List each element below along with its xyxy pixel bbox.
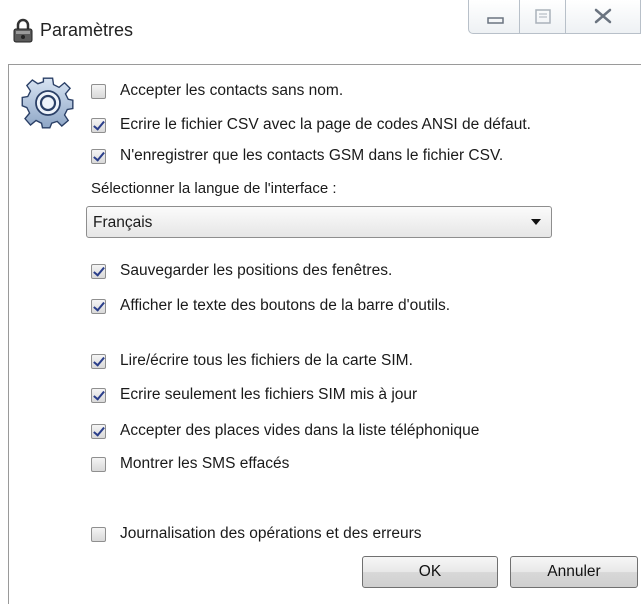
checkbox[interactable] xyxy=(91,83,106,99)
lock-app-icon xyxy=(13,18,33,43)
checkbox[interactable] xyxy=(91,526,106,542)
option-label: Accepter des places vides dans la liste … xyxy=(120,422,480,439)
option-show-toolbar-text[interactable]: Afficher le texte des boutons de la barr… xyxy=(91,295,450,317)
maximize-button[interactable] xyxy=(520,0,566,34)
option-save-window-positions[interactable]: Sauvegarder les positions des fenêtres. xyxy=(91,260,392,282)
option-label: Journalisation des opérations et des err… xyxy=(120,525,422,542)
option-label: Ecrire seulement les fichiers SIM mis à … xyxy=(120,386,418,403)
option-gsm-contacts-only[interactable]: N'enregistrer que les contacts GSM dans … xyxy=(91,145,503,167)
title-bar[interactable]: Paramètres xyxy=(0,0,641,64)
window-title: Paramètres xyxy=(40,20,134,40)
language-select[interactable]: Français xyxy=(86,206,552,238)
dropdown-arrow-icon xyxy=(531,219,541,225)
option-accept-unnamed-contacts[interactable]: Accepter les contacts sans nom. xyxy=(91,80,343,102)
checkbox-checked[interactable] xyxy=(91,423,106,439)
option-label: Lire/écrire tous les fichiers de la cart… xyxy=(120,352,413,369)
option-label: Ecrire le fichier CSV avec la page de co… xyxy=(120,116,531,133)
option-accept-empty-places[interactable]: Accepter des places vides dans la liste … xyxy=(91,420,479,442)
cancel-button[interactable]: Annuler xyxy=(510,556,638,588)
checkbox-checked[interactable] xyxy=(91,263,106,279)
language-selected-value: Français xyxy=(93,214,153,231)
option-label: Montrer les SMS effacés xyxy=(120,455,290,472)
checkbox-checked[interactable] xyxy=(91,353,106,369)
option-label: Afficher le texte des boutons de la barr… xyxy=(120,297,451,314)
option-label: Sauvegarder les positions des fenêtres. xyxy=(120,262,393,279)
option-label: Accepter les contacts sans nom. xyxy=(120,82,344,99)
minimize-icon xyxy=(487,17,504,24)
close-button[interactable] xyxy=(566,0,641,34)
checkbox-checked[interactable] xyxy=(91,117,106,133)
option-write-csv-ansi[interactable]: Ecrire le fichier CSV avec la page de co… xyxy=(91,114,531,136)
close-icon xyxy=(594,8,612,24)
minimize-button[interactable] xyxy=(468,0,520,34)
checkbox[interactable] xyxy=(91,456,106,472)
checkbox-checked[interactable] xyxy=(91,148,106,164)
ok-button[interactable]: OK xyxy=(362,556,498,588)
window-controls xyxy=(468,0,641,36)
option-write-updated-sim[interactable]: Ecrire seulement les fichiers SIM mis à … xyxy=(91,384,417,406)
option-read-write-all-sim[interactable]: Lire/écrire tous les fichiers de la cart… xyxy=(91,350,413,372)
option-show-deleted-sms[interactable]: Montrer les SMS effacés xyxy=(91,453,289,475)
option-logging[interactable]: Journalisation des opérations et des err… xyxy=(91,523,422,545)
checkbox-checked[interactable] xyxy=(91,298,106,314)
settings-window: Paramètres Accepter les contacts sans no… xyxy=(0,0,641,604)
checkbox-checked[interactable] xyxy=(91,387,106,403)
option-label: N'enregistrer que les contacts GSM dans … xyxy=(120,147,504,164)
language-label: Sélectionner la langue de l'interface : xyxy=(91,180,337,197)
gear-icon xyxy=(21,77,74,129)
maximize-icon xyxy=(535,9,551,24)
